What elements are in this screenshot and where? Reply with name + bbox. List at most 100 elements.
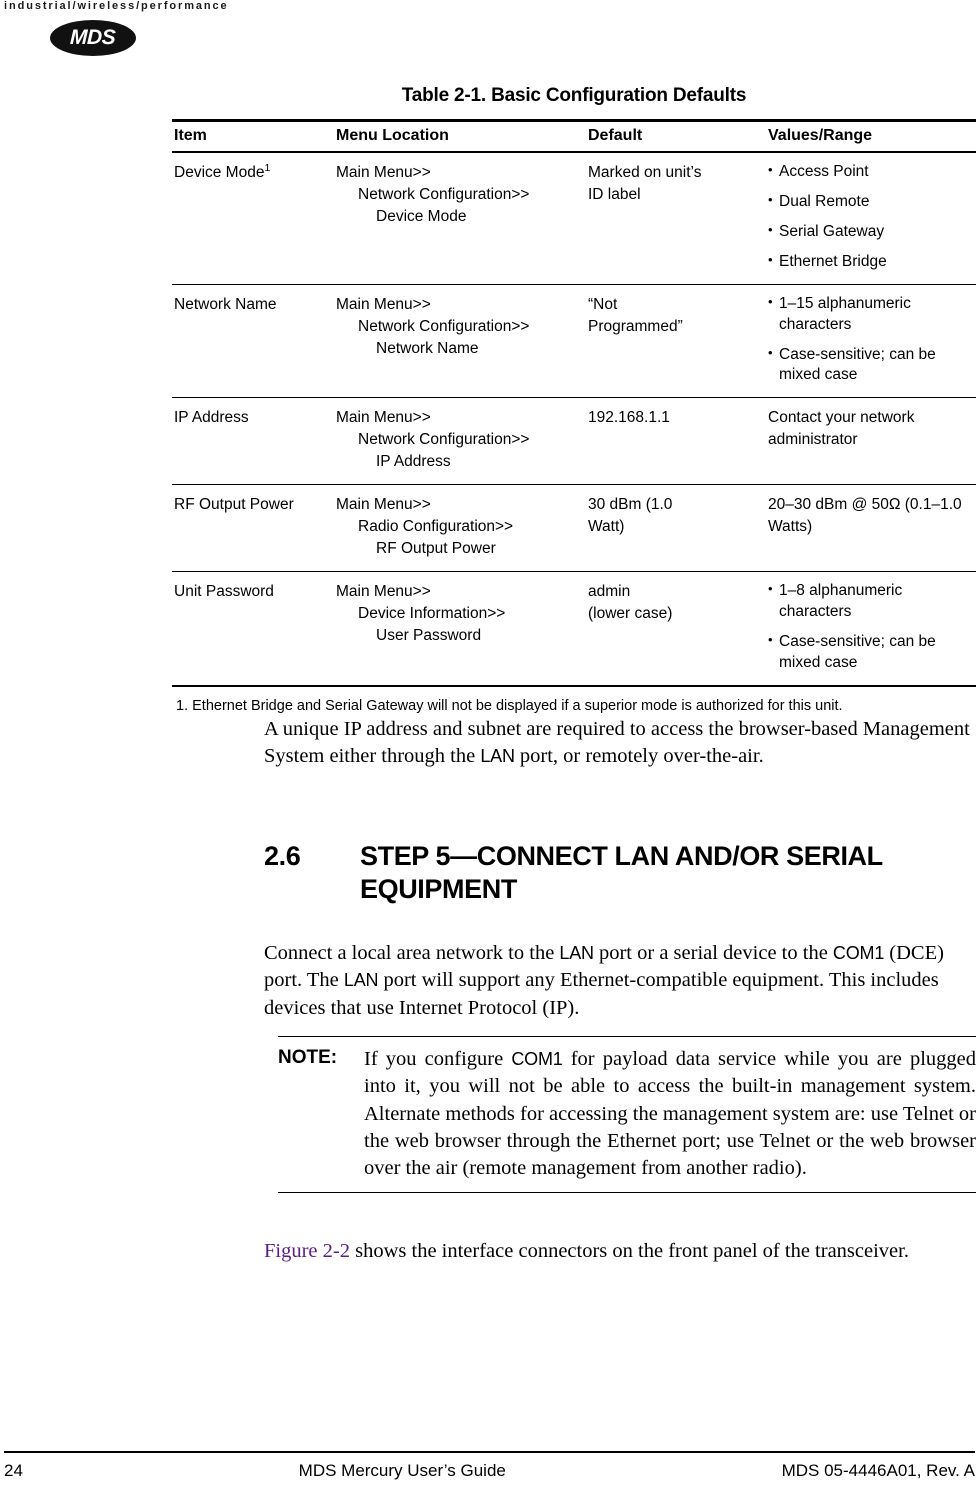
figure-reference-paragraph: Figure 2-2 shows the interface connector…	[264, 1238, 976, 1265]
cell-values-range: 1–15 alphanumeric characters Case-sensit…	[766, 284, 976, 399]
note-block: NOTE: If you configure COM1 for payload …	[278, 1036, 976, 1194]
cell-default: Marked on unit’s ID label	[586, 152, 766, 285]
section-title: STEP 5—CONNECT LAN AND/OR SERIAL EQUIPME…	[360, 841, 883, 904]
default-line: 30 dBm (1.0	[588, 496, 673, 514]
cell-default: 192.168.1.1	[586, 397, 766, 486]
column-header-menu-location: Menu Location	[334, 119, 586, 153]
note-label: NOTE:	[278, 1047, 338, 1068]
value-item: 1–8 alphanumeric characters	[768, 580, 968, 623]
footnote-marker: 1	[264, 161, 271, 174]
cell-values-range: 20–30 dBm @ 50Ω (0.1–1.0 Watts)	[766, 484, 976, 573]
note-inner: NOTE: If you configure COM1 for payload …	[278, 1046, 976, 1182]
intro-paragraph: A unique IP address and subnet are requi…	[264, 716, 976, 771]
cell-menu-location: Main Menu>> Device Information>> User Pa…	[334, 571, 586, 688]
menu-level-3: Device Mode	[376, 208, 467, 225]
cell-item: Device Mode1	[172, 152, 334, 285]
footer-document-title: MDS Mercury User’s Guide	[298, 1461, 506, 1480]
table-body: Device Mode1 Main Menu>> Network Configu…	[172, 152, 976, 688]
page-footer: 24 MDS Mercury User’s Guide MDS 05-4446A…	[4, 1461, 975, 1481]
basic-configuration-defaults-table: Item Menu Location Default Values/Range …	[172, 119, 976, 688]
menu-level-3: IP Address	[376, 453, 451, 471]
menu-level-3: Network Name	[376, 339, 479, 357]
column-header-item: Item	[172, 119, 334, 153]
default-line: “Not	[588, 295, 618, 313]
value-item: 1–15 alphanumeric characters	[768, 293, 968, 336]
footer-document-id: MDS 05-4446A01, Rev. A	[781, 1461, 975, 1480]
cell-item: RF Output Power	[172, 484, 334, 573]
section-heading: 2.6 STEP 5—CONNECT LAN AND/OR SERIAL EQU…	[264, 840, 976, 906]
com1-term: COM1	[511, 1049, 563, 1069]
note-text-part1: If you configure	[364, 1048, 512, 1070]
values-list: 1–15 alphanumeric characters Case-sensit…	[768, 293, 968, 387]
cell-item: Unit Password	[172, 571, 334, 688]
column-header-values-range: Values/Range	[766, 119, 976, 153]
footer-divider	[4, 1451, 975, 1453]
value-item: Dual Remote	[768, 191, 968, 213]
default-line: 192.168.1.1	[588, 409, 670, 427]
default-line: (lower case)	[588, 605, 673, 623]
figure-cross-reference-link[interactable]: Figure 2-2	[264, 1240, 350, 1262]
connect-text-part1: Connect a local area network to the	[264, 942, 560, 964]
values-list: 1–8 alphanumeric characters Case-sensiti…	[768, 580, 968, 674]
figure-reference-text: shows the interface connectors on the fr…	[349, 1240, 909, 1262]
value-item: Access Point	[768, 161, 968, 183]
value-item: Serial Gateway	[768, 221, 968, 243]
cell-values-range: Access Point Dual Remote Serial Gateway …	[766, 152, 976, 285]
cell-default: 30 dBm (1.0 Watt)	[586, 484, 766, 573]
com1-term: COM1	[832, 943, 885, 963]
table-header-row: Item Menu Location Default Values/Range	[172, 119, 976, 153]
cell-values-range: Contact your network administrator	[766, 397, 976, 486]
logo-ellipse-shape: MDS	[50, 20, 136, 56]
menu-level-3: User Password	[376, 627, 482, 645]
menu-level-1: Main Menu>>	[336, 164, 431, 181]
brand-tagline: industrial/wireless/performance	[4, 0, 229, 12]
table-row: IP Address Main Menu>> Network Configura…	[172, 397, 976, 486]
menu-level-1: Main Menu>>	[336, 496, 431, 514]
table-row: RF Output Power Main Menu>> Radio Config…	[172, 484, 976, 573]
table-row: Device Mode1 Main Menu>> Network Configu…	[172, 152, 976, 285]
menu-level-2: Radio Configuration>>	[358, 518, 514, 536]
logo-wordmark: MDS	[70, 26, 116, 49]
table-caption: Table 2-1. Basic Configuration Defaults	[401, 85, 747, 106]
cell-default: admin (lower case)	[586, 571, 766, 688]
menu-level-2: Device Information>>	[358, 605, 506, 623]
connect-paragraph: Connect a local area network to the LAN …	[264, 940, 976, 1022]
default-line: Watt)	[588, 518, 625, 536]
table-footnote: 1. Ethernet Bridge and Serial Gateway wi…	[176, 698, 843, 715]
cell-item: IP Address	[172, 397, 334, 486]
default-line: ID label	[588, 186, 641, 203]
connect-text-part2: port or a serial device to the	[593, 942, 833, 964]
note-text: If you configure COM1 for payload data s…	[364, 1046, 976, 1182]
default-line: Programmed”	[588, 317, 683, 335]
cell-item: Network Name	[172, 284, 334, 399]
default-line: Marked on unit’s	[588, 164, 702, 181]
column-header-default: Default	[586, 119, 766, 153]
item-label: Device Mode	[174, 164, 265, 181]
footer-page-number: 24	[4, 1461, 23, 1480]
lan-term: LAN	[559, 943, 594, 963]
values-list: Access Point Dual Remote Serial Gateway …	[768, 161, 968, 273]
configuration-table-block: Table 2-1. Basic Configuration Defaults …	[172, 85, 976, 717]
value-item: Case-sensitive; can be mixed case	[768, 631, 968, 674]
cell-menu-location: Main Menu>> Network Configuration>> Netw…	[334, 284, 586, 399]
cell-default: “Not Programmed”	[586, 284, 766, 399]
lan-term: LAN	[480, 746, 515, 767]
menu-level-2: Network Configuration>>	[358, 431, 530, 449]
menu-level-3: RF Output Power	[376, 540, 496, 558]
cell-menu-location: Main Menu>> Radio Configuration>> RF Out…	[334, 484, 586, 573]
mds-logo: MDS	[50, 20, 136, 56]
table-row: Unit Password Main Menu>> Device Informa…	[172, 571, 976, 688]
section-number: 2.6	[264, 841, 301, 871]
intro-text-part2: port, or remotely over-the-air.	[514, 745, 764, 768]
menu-level-2: Network Configuration>>	[358, 186, 530, 203]
menu-level-1: Main Menu>>	[336, 583, 431, 601]
default-line: admin	[588, 583, 631, 601]
lan-term: LAN	[343, 970, 379, 991]
menu-level-1: Main Menu>>	[336, 409, 431, 427]
menu-level-1: Main Menu>>	[336, 295, 431, 313]
cell-values-range: 1–8 alphanumeric characters Case-sensiti…	[766, 571, 976, 688]
value-item: Case-sensitive; can be mixed case	[768, 344, 968, 387]
cell-menu-location: Main Menu>> Network Configuration>> IP A…	[334, 397, 586, 486]
value-item: Ethernet Bridge	[768, 251, 968, 273]
cell-menu-location: Main Menu>> Network Configuration>> Devi…	[334, 152, 586, 285]
